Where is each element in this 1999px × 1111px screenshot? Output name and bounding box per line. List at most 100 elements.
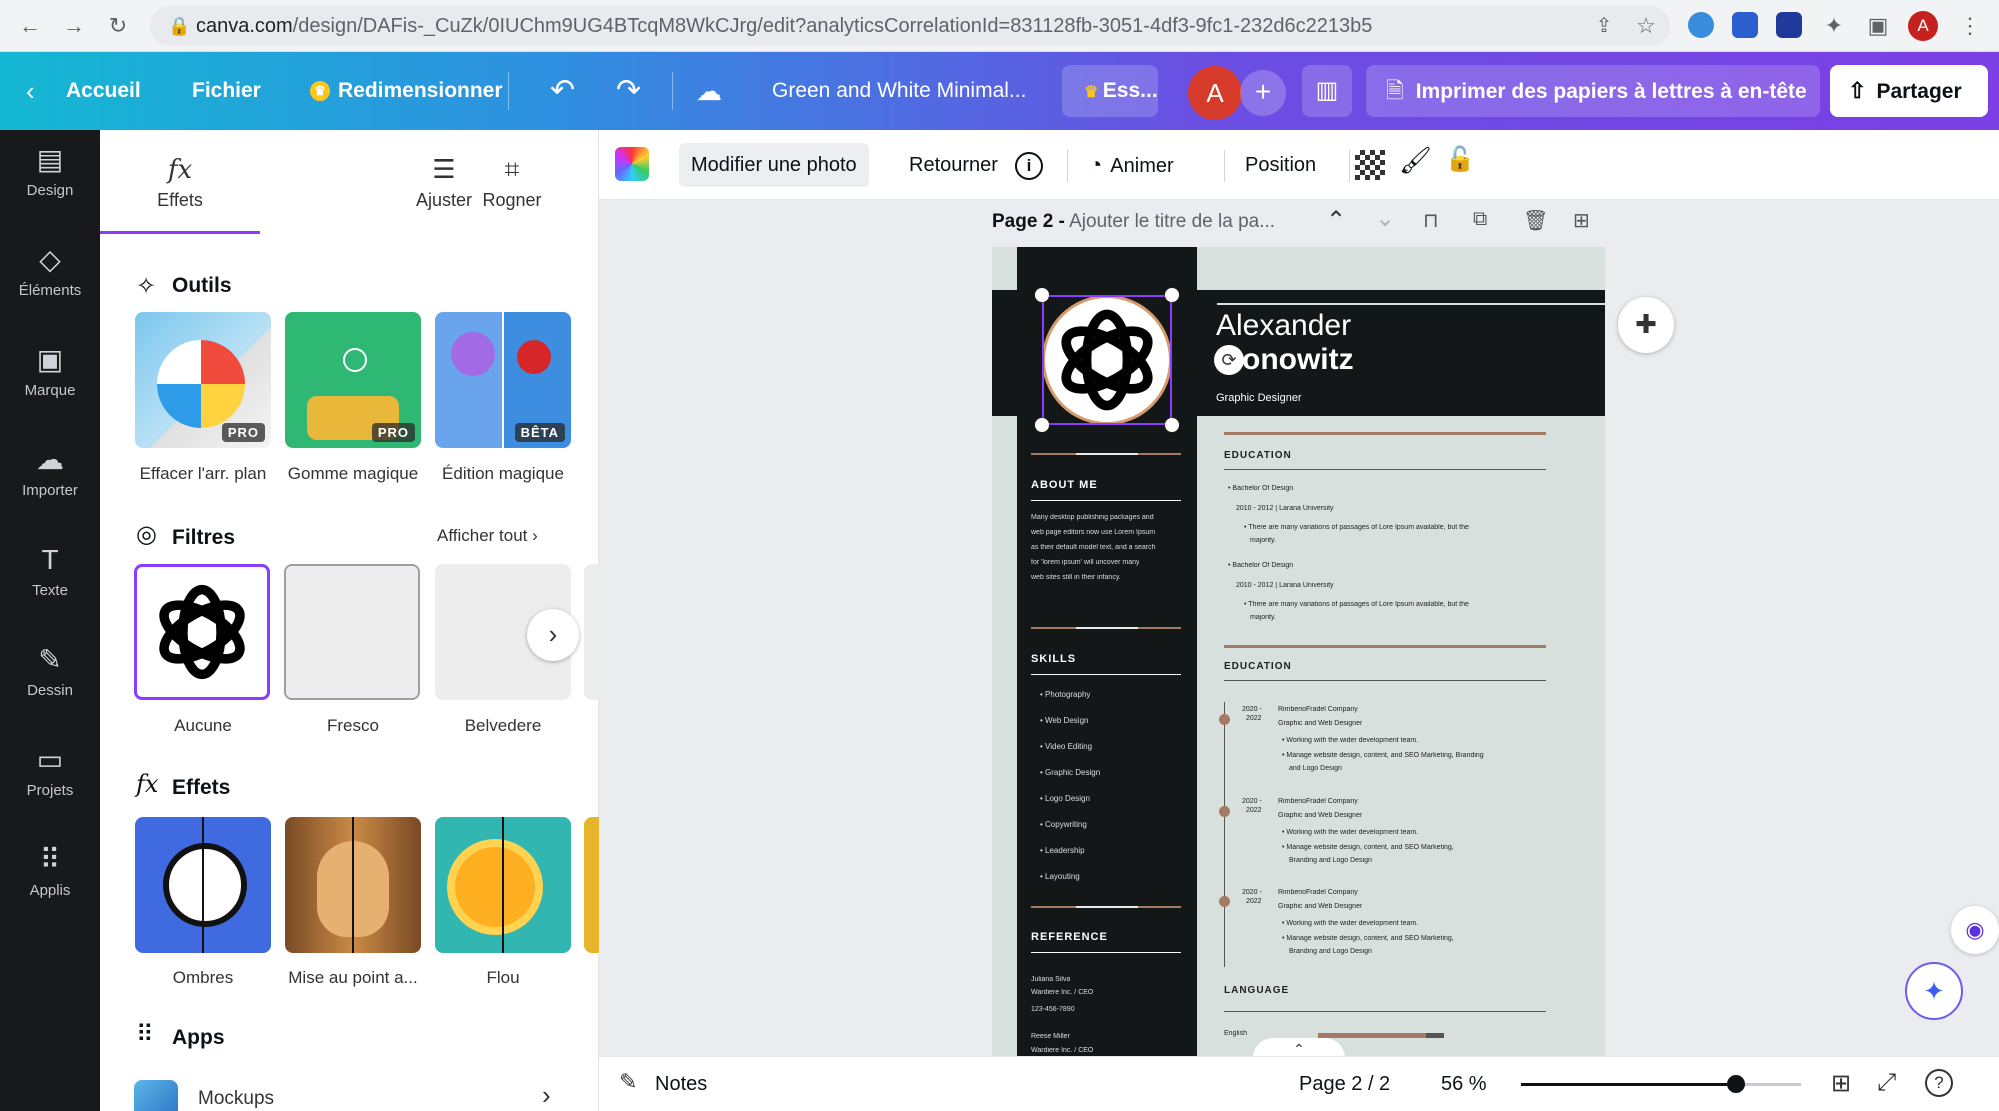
extension-icon[interactable] xyxy=(1688,12,1714,38)
trash-icon[interactable]: 🗑 xyxy=(1523,208,1548,233)
resize-handle[interactable] xyxy=(1035,418,1049,432)
print-letterhead-button[interactable]: 🗎 Imprimer des papiers à lettres à en-têt… xyxy=(1366,65,1820,117)
filter-none[interactable] xyxy=(134,564,270,700)
document-title[interactable]: Green and White Minimal... xyxy=(772,52,1026,130)
forward-arrow-icon[interactable]: → xyxy=(58,10,90,42)
resize-handle[interactable] xyxy=(1165,418,1179,432)
page-title-input[interactable]: Ajouter le titre de la pa... xyxy=(1069,211,1275,232)
share-button[interactable]: ⇧ Partager xyxy=(1830,65,1988,117)
experience-title: EDUCATION xyxy=(1224,661,1292,672)
resume-role: Graphic Designer xyxy=(1216,392,1302,404)
tab-effects[interactable]: fx Effets xyxy=(100,130,260,234)
selection-box[interactable] xyxy=(1042,295,1172,425)
document-icon: 🗎 xyxy=(1386,78,1404,103)
cloud-saved-icon[interactable]: ☁ xyxy=(696,52,722,130)
extension-icon[interactable] xyxy=(1776,12,1802,38)
tool-remove-background[interactable]: PRO xyxy=(135,312,271,448)
resume-page[interactable]: Alexander onowitz Graphic Designer ⟳ ABO… xyxy=(992,247,1605,1056)
color-picker-icon[interactable] xyxy=(615,147,649,181)
help-icon[interactable]: ? xyxy=(1925,1069,1953,1097)
rail-item-brand[interactable]: ▣ Marque xyxy=(0,330,100,420)
magic-sparkle-icon[interactable]: ✦ xyxy=(1905,962,1963,1020)
share-page-icon[interactable]: ⇪ xyxy=(1588,10,1620,42)
timeline-dot xyxy=(1219,806,1230,817)
profile-avatar[interactable]: A xyxy=(1908,11,1938,41)
sidebar-toggle-icon[interactable]: ▣ xyxy=(1862,10,1894,42)
undo-icon[interactable]: ↶ xyxy=(550,52,575,130)
zoom-slider-track[interactable] xyxy=(1521,1075,1801,1093)
animate-button[interactable]: ◔ Animer xyxy=(1077,143,1186,187)
redo-icon[interactable]: ↷ xyxy=(616,52,641,130)
info-icon[interactable]: i xyxy=(1015,152,1043,180)
crown-icon: ♛ xyxy=(310,81,330,101)
tool-magic-eraser[interactable]: PRO xyxy=(285,312,421,448)
rail-item-design[interactable]: ▤ Design xyxy=(0,130,100,220)
add-comment-icon[interactable]: ✚ xyxy=(1618,297,1674,353)
rail-item-draw[interactable]: ✎ Dessin xyxy=(0,630,100,720)
transparency-icon[interactable] xyxy=(1355,150,1385,180)
tab-crop[interactable]: ⌗ Rogner xyxy=(432,130,592,234)
effect-auto-focus[interactable] xyxy=(285,817,421,953)
upload-cloud-icon: ☁ xyxy=(36,444,64,475)
resize-handle[interactable] xyxy=(1035,288,1049,302)
resize-handle[interactable] xyxy=(1165,288,1179,302)
zoom-slider-handle[interactable] xyxy=(1727,1075,1745,1093)
tool-magic-edit[interactable]: BÊTA xyxy=(435,312,571,448)
app-item-mockups[interactable]: Mockups › xyxy=(134,1080,574,1111)
fullscreen-icon[interactable]: ⤢ xyxy=(1877,1069,1896,1097)
bookmark-star-icon[interactable]: ☆ xyxy=(1630,10,1662,42)
puzzle-extensions-icon[interactable]: ✦ xyxy=(1818,10,1850,42)
grid-view-icon[interactable]: ⊞ xyxy=(1831,1069,1851,1098)
rail-item-elements[interactable]: ◇ Éléments xyxy=(0,230,100,320)
resume-last-name[interactable]: onowitz xyxy=(1242,343,1354,377)
notes-icon[interactable]: ✎ xyxy=(619,1069,637,1095)
rotate-handle-icon[interactable]: ⟳ xyxy=(1214,345,1244,375)
resume-first-name[interactable]: Alexander xyxy=(1216,309,1351,343)
exp-bullet: • Working with the wider development tea… xyxy=(1282,829,1419,836)
chevron-up-icon[interactable]: ⌃ xyxy=(1326,206,1346,235)
reference-company: Wardiere Inc. / CEO xyxy=(1031,989,1094,996)
rail-item-text[interactable]: T Texte xyxy=(0,530,100,620)
rail-item-upload[interactable]: ☁ Importer xyxy=(0,430,100,520)
carousel-next-button[interactable]: › xyxy=(527,609,579,661)
effect-label: Ombres xyxy=(172,968,234,987)
effect-blur[interactable] xyxy=(435,817,571,953)
rail-item-projects[interactable]: ▭ Projets xyxy=(0,730,100,820)
position-button[interactable]: Position xyxy=(1233,143,1328,187)
resize-button[interactable]: ♛ Redimensionner xyxy=(310,52,503,130)
analytics-chart-icon[interactable]: ▥ xyxy=(1302,65,1352,117)
add-collaborator-icon[interactable]: + xyxy=(1240,70,1286,116)
back-arrow-icon[interactable]: ← xyxy=(14,10,46,42)
filter-next-partial[interactable] xyxy=(584,564,599,700)
try-pro-button[interactable]: ♛ Ess... xyxy=(1062,65,1158,117)
reference-company: Wardiere Inc. / CEO xyxy=(1031,1047,1094,1054)
language-level-bar-rest xyxy=(1426,1033,1444,1038)
flip-button[interactable]: Retourner xyxy=(897,143,1010,187)
duplicate-page-icon[interactable]: ⧉ xyxy=(1473,208,1487,231)
assistant-face-icon[interactable]: ◉ xyxy=(1951,906,1999,954)
file-menu-button[interactable]: Fichier xyxy=(192,52,261,130)
extension-icon[interactable] xyxy=(1732,12,1758,38)
add-page-icon[interactable]: ⊞ xyxy=(1573,208,1590,233)
notes-button[interactable]: Notes xyxy=(655,1073,707,1096)
chevron-left-icon[interactable]: ‹ xyxy=(26,52,35,130)
filter-fresco[interactable] xyxy=(284,564,420,700)
rail-item-apps[interactable]: ⠿ Applis xyxy=(0,830,100,920)
lock-page-icon[interactable]: ⊓ xyxy=(1423,208,1439,233)
effect-next-partial[interactable] xyxy=(584,817,599,953)
home-button[interactable]: Accueil xyxy=(66,52,141,130)
exp-bullet: • Working with the wider development tea… xyxy=(1282,920,1419,927)
lock-icon[interactable]: 🔓 xyxy=(1445,145,1475,174)
edit-photo-button[interactable]: Modifier une photo xyxy=(679,143,869,187)
more-vertical-icon[interactable]: ⋮ xyxy=(1954,10,1986,42)
paint-roller-icon[interactable]: 🖌 xyxy=(1399,145,1432,176)
show-pages-toggle-icon[interactable]: ⌃ xyxy=(1253,1038,1345,1056)
effect-shadows[interactable] xyxy=(135,817,271,953)
collaborator-avatar[interactable]: A xyxy=(1188,66,1242,120)
reload-icon[interactable]: ↻ xyxy=(102,10,134,42)
filters-see-all-link[interactable]: Afficher tout › xyxy=(437,526,538,546)
page-indicator[interactable]: Page 2 / 2 xyxy=(1299,1073,1390,1096)
zoom-value[interactable]: 56 % xyxy=(1441,1073,1487,1096)
address-bar[interactable]: 🔒 canva.com/design/DAFis-_CuZk/0IUChm9UG… xyxy=(150,6,1670,46)
chevron-down-icon[interactable]: ⌄ xyxy=(1375,204,1395,233)
